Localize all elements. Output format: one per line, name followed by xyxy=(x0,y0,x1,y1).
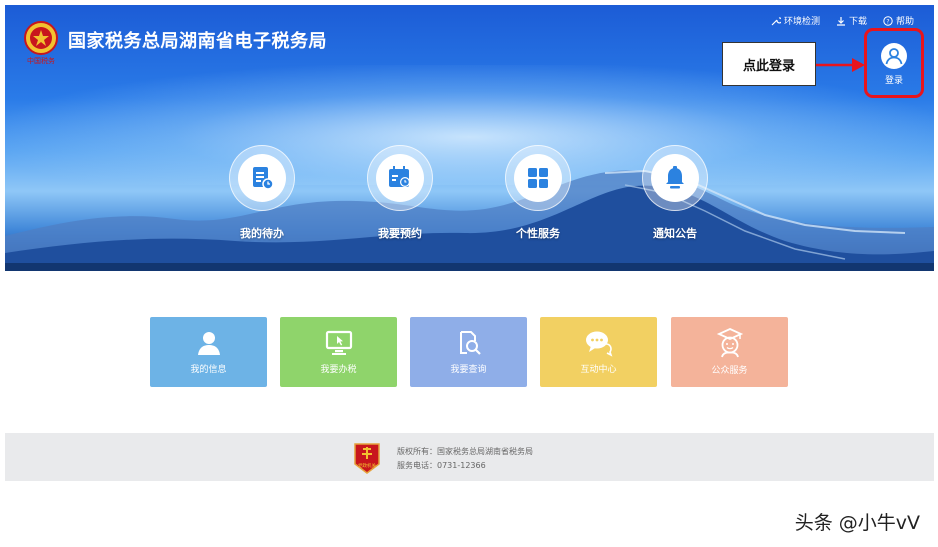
quick-notices[interactable]: 通知公告 xyxy=(625,145,725,241)
help-icon: ? xyxy=(883,15,893,26)
quick-notices-label: 通知公告 xyxy=(653,227,697,240)
login-label: 登录 xyxy=(884,76,903,86)
footer-emblem-text: 党政机关 xyxy=(358,462,376,469)
help-label: 帮助 xyxy=(895,17,914,27)
tile-interaction-label: 互动中心 xyxy=(580,365,617,375)
quick-booking-label: 我要预约 xyxy=(378,227,422,240)
quick-services[interactable]: 个性服务 xyxy=(488,145,588,241)
download-icon xyxy=(836,16,845,26)
svg-text:?: ? xyxy=(886,18,889,25)
tile-my-info-label: 我的信息 xyxy=(190,365,227,375)
footer: 党政机关 版权所有：国家税务总局湖南省税务局 服务电话：0731-12366 xyxy=(5,433,934,481)
download-label: 下载 xyxy=(848,17,867,27)
footer-copyright: 版权所有：国家税务总局湖南省税务局 xyxy=(397,447,533,456)
tool-icon xyxy=(771,16,781,25)
chat-icon xyxy=(585,331,612,357)
quick-todo[interactable]: 我的待办 xyxy=(212,145,312,241)
login-button[interactable]: 登录 xyxy=(864,28,924,98)
env-check-link[interactable]: 环境检测 xyxy=(771,14,820,27)
footer-text: 版权所有：国家税务总局湖南省税务局 服务电话：0731-12366 xyxy=(397,445,533,473)
quick-services-label: 个性服务 xyxy=(516,227,560,240)
tax-emblem-logo: 中国税务 xyxy=(24,21,58,65)
monitor-icon xyxy=(325,330,352,355)
tile-my-info[interactable]: 我的信息 xyxy=(150,317,267,387)
site-title: 国家税务总局湖南省电子税务局 xyxy=(68,31,327,52)
tile-query-label: 我要查询 xyxy=(450,365,487,375)
tile-handle-tax[interactable]: 我要办税 xyxy=(280,317,397,387)
calendar-booking-icon xyxy=(389,166,410,187)
public-service-icon xyxy=(716,328,743,358)
login-callout: 点此登录 xyxy=(722,42,816,86)
tile-query[interactable]: 我要查询 xyxy=(410,317,527,387)
bell-icon xyxy=(666,166,684,189)
tile-interaction[interactable]: 互动中心 xyxy=(540,317,657,387)
footer-phone: 服务电话：0731-12366 xyxy=(397,461,486,470)
user-icon xyxy=(197,332,220,355)
search-document-icon xyxy=(459,331,481,355)
grid-services-icon xyxy=(528,168,548,188)
env-check-label: 环境检测 xyxy=(783,17,820,27)
great-wall-mountains xyxy=(5,169,934,271)
todo-list-icon xyxy=(253,167,274,190)
watermark: 头条 @小牛vV xyxy=(794,512,920,534)
help-link[interactable]: ? 帮助 xyxy=(883,14,914,27)
tile-handle-tax-label: 我要办税 xyxy=(320,365,357,375)
logo-text: 中国税务 xyxy=(27,56,55,65)
party-government-emblem-icon: 党政机关 xyxy=(354,443,380,474)
quick-booking[interactable]: 我要预约 xyxy=(350,145,450,241)
download-link[interactable]: 下载 xyxy=(836,14,867,27)
top-links: 环境检测 下载 ? 帮助 xyxy=(771,14,914,27)
tile-public-service[interactable]: 公众服务 xyxy=(671,317,788,387)
tile-public-service-label: 公众服务 xyxy=(711,366,748,376)
user-avatar-icon xyxy=(881,43,907,69)
quick-todo-label: 我的待办 xyxy=(240,227,284,240)
arrow-right-icon xyxy=(816,58,865,72)
